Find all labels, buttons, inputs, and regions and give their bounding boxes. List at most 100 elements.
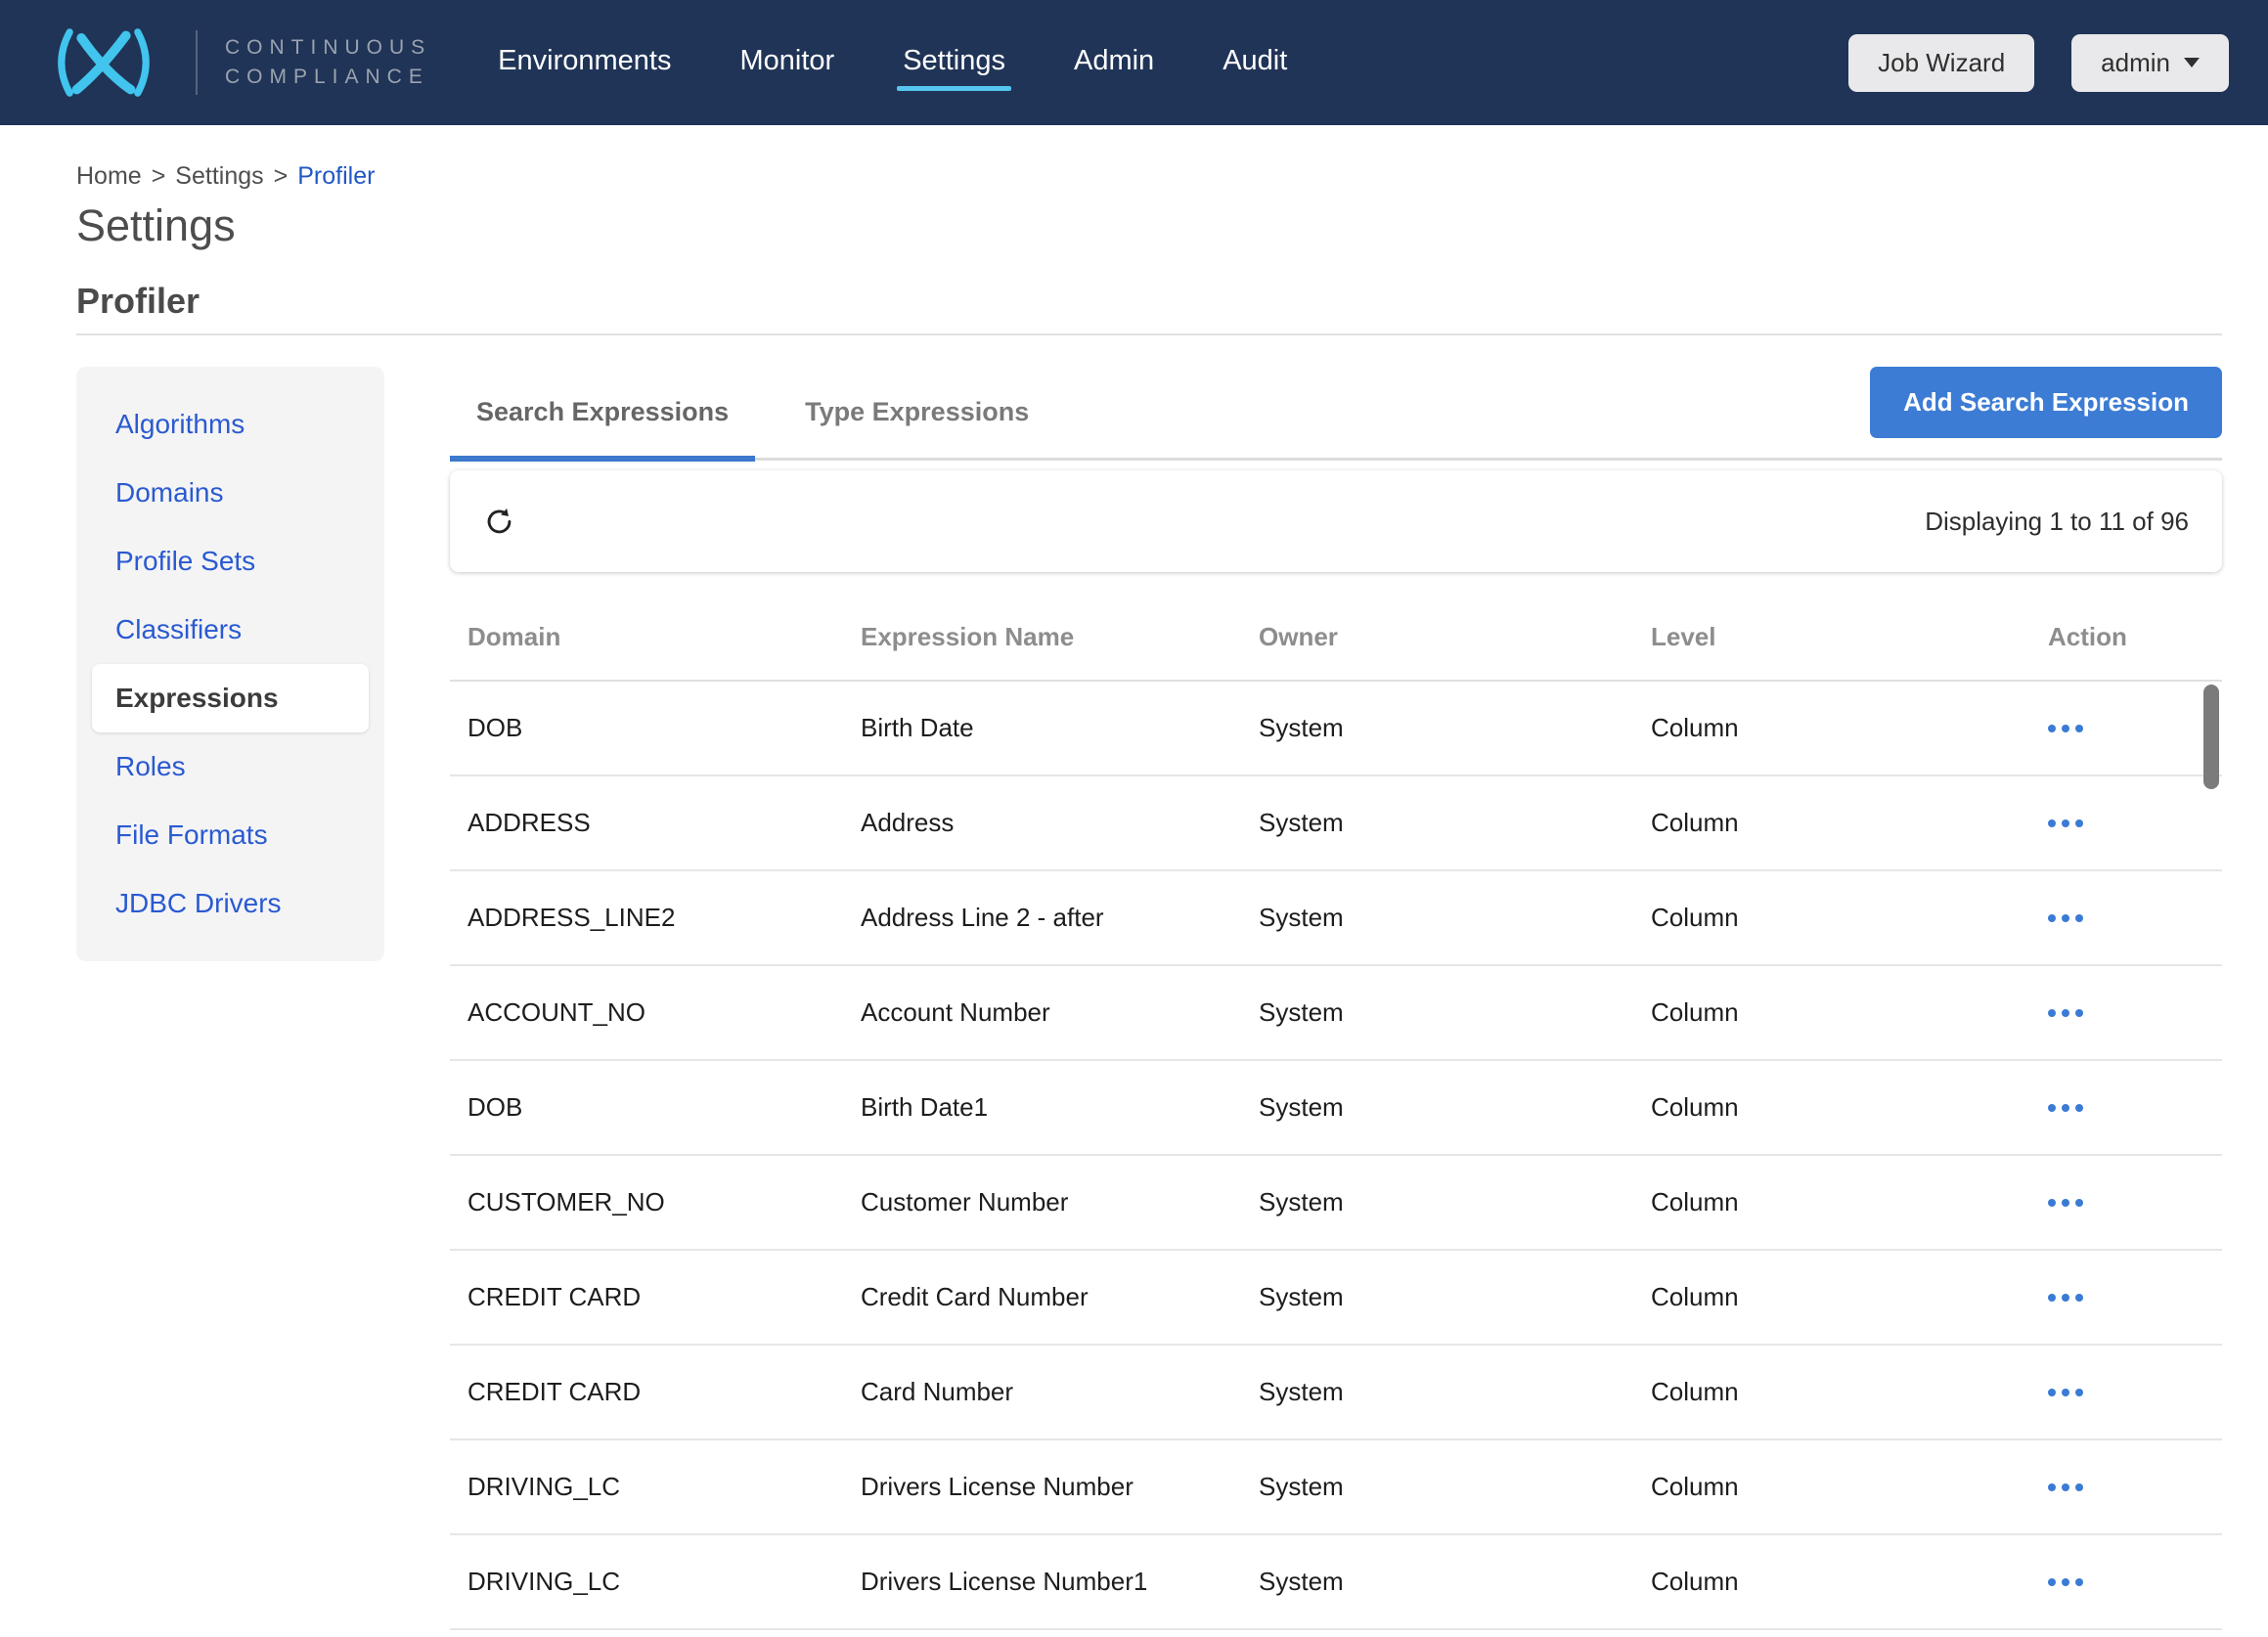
row-actions-menu-icon[interactable] <box>2048 1009 2087 1017</box>
table-body: DOB Birth Date System Column ADDRESS Add… <box>450 682 2222 1630</box>
cell-owner: System <box>1259 1472 1651 1502</box>
cell-level: Column <box>1651 713 2048 743</box>
nav-item-audit[interactable]: Audit <box>1221 35 1289 91</box>
table-scrollbar-thumb[interactable] <box>2203 685 2219 789</box>
cell-owner: System <box>1259 1187 1651 1217</box>
job-wizard-label: Job Wizard <box>1878 48 2005 78</box>
brand: CONTINUOUS COMPLIANCE <box>39 24 431 101</box>
chevron-down-icon <box>2184 58 2200 67</box>
breadcrumb-settings[interactable]: Settings <box>175 162 263 191</box>
tab-search-expressions[interactable]: Search Expressions <box>450 367 755 458</box>
nav-item-admin[interactable]: Admin <box>1072 35 1156 91</box>
cell-owner: System <box>1259 1092 1651 1123</box>
table-row: DOB Birth Date System Column <box>450 682 2222 776</box>
delphix-logo-icon <box>39 24 168 101</box>
column-header-expression-name: Expression Name <box>861 622 1259 652</box>
table-row: ADDRESS_LINE2 Address Line 2 - after Sys… <box>450 871 2222 966</box>
cell-owner: System <box>1259 1377 1651 1407</box>
cell-domain: DRIVING_LC <box>467 1472 861 1502</box>
tab-bar: Search Expressions Type Expressions Add … <box>450 367 2222 461</box>
sidebar-item-profile-sets[interactable]: Profile Sets <box>76 527 384 596</box>
row-actions-menu-icon[interactable] <box>2048 819 2087 827</box>
table-row: DOB Birth Date1 System Column <box>450 1061 2222 1156</box>
section-title: Profiler <box>76 281 2222 322</box>
cell-level: Column <box>1651 808 2048 838</box>
cell-expression-name: Drivers License Number1 <box>861 1567 1259 1597</box>
cell-owner: System <box>1259 1567 1651 1597</box>
cell-level: Column <box>1651 997 2048 1028</box>
primary-nav: Environments Monitor Settings Admin Audi… <box>496 35 1289 91</box>
expressions-table: Domain Expression Name Owner Level Actio… <box>450 594 2222 1630</box>
row-actions-menu-icon[interactable] <box>2048 914 2087 922</box>
table-toolbar: Displaying 1 to 11 of 96 <box>450 470 2222 572</box>
cell-expression-name: Account Number <box>861 997 1259 1028</box>
cell-expression-name: Address Line 2 - after <box>861 903 1259 933</box>
cell-level: Column <box>1651 1567 2048 1597</box>
column-header-domain: Domain <box>467 622 861 652</box>
cell-owner: System <box>1259 1282 1651 1312</box>
breadcrumb-separator: > <box>274 162 289 191</box>
cell-expression-name: Birth Date <box>861 713 1259 743</box>
sidebar-item-expressions[interactable]: Expressions <box>92 664 369 732</box>
row-actions-menu-icon[interactable] <box>2048 725 2087 732</box>
table-row: ACCOUNT_NO Account Number System Column <box>450 966 2222 1061</box>
row-actions-menu-icon[interactable] <box>2048 1104 2087 1112</box>
cell-level: Column <box>1651 1472 2048 1502</box>
breadcrumb-current-profiler[interactable]: Profiler <box>297 162 375 191</box>
cell-expression-name: Card Number <box>861 1377 1259 1407</box>
navbar-right: Job Wizard admin <box>1848 34 2229 92</box>
cell-domain: ACCOUNT_NO <box>467 997 861 1028</box>
page-title: Settings <box>76 200 2222 251</box>
sidebar-item-roles[interactable]: Roles <box>76 732 384 801</box>
cell-domain: CREDIT CARD <box>467 1377 861 1407</box>
table-row: DRIVING_LC Drivers License Number System… <box>450 1440 2222 1535</box>
sidebar-item-jdbc-drivers[interactable]: JDBC Drivers <box>76 869 384 938</box>
sidebar-item-algorithms[interactable]: Algorithms <box>76 390 384 459</box>
table-header-row: Domain Expression Name Owner Level Actio… <box>450 594 2222 682</box>
job-wizard-button[interactable]: Job Wizard <box>1848 34 2034 92</box>
cell-expression-name: Address <box>861 808 1259 838</box>
nav-item-environments[interactable]: Environments <box>496 35 673 91</box>
breadcrumb: Home > Settings > Profiler <box>76 162 2222 191</box>
cell-level: Column <box>1651 1377 2048 1407</box>
row-actions-menu-icon[interactable] <box>2048 1578 2087 1586</box>
row-actions-menu-icon[interactable] <box>2048 1294 2087 1302</box>
brand-divider <box>196 30 198 95</box>
sidebar-item-classifiers[interactable]: Classifiers <box>76 596 384 664</box>
cell-expression-name: Customer Number <box>861 1187 1259 1217</box>
cell-level: Column <box>1651 903 2048 933</box>
cell-domain: DRIVING_LC <box>467 1567 861 1597</box>
sidebar-item-file-formats[interactable]: File Formats <box>76 801 384 869</box>
cell-owner: System <box>1259 997 1651 1028</box>
cell-domain: CREDIT CARD <box>467 1282 861 1312</box>
user-menu-button[interactable]: admin <box>2071 34 2229 92</box>
cell-level: Column <box>1651 1282 2048 1312</box>
column-header-level: Level <box>1651 622 2048 652</box>
breadcrumb-home[interactable]: Home <box>76 162 142 191</box>
refresh-button[interactable] <box>483 506 515 538</box>
user-menu-label: admin <box>2101 48 2170 78</box>
row-actions-menu-icon[interactable] <box>2048 1483 2087 1491</box>
refresh-icon <box>483 506 515 538</box>
cell-domain: ADDRESS_LINE2 <box>467 903 861 933</box>
paging-status: Displaying 1 to 11 of 96 <box>1925 507 2189 537</box>
table-row: CREDIT CARD Credit Card Number System Co… <box>450 1251 2222 1346</box>
row-actions-menu-icon[interactable] <box>2048 1389 2087 1396</box>
top-navbar: CONTINUOUS COMPLIANCE Environments Monit… <box>0 0 2268 125</box>
nav-item-monitor[interactable]: Monitor <box>737 35 836 91</box>
table-row: DRIVING_LC Drivers License Number1 Syste… <box>450 1535 2222 1630</box>
main-content: Search Expressions Type Expressions Add … <box>450 367 2222 1630</box>
add-search-expression-button[interactable]: Add Search Expression <box>1870 367 2222 438</box>
sidebar-item-domains[interactable]: Domains <box>76 459 384 527</box>
breadcrumb-separator: > <box>152 162 166 191</box>
tab-type-expressions[interactable]: Type Expressions <box>778 367 1055 458</box>
cell-expression-name: Credit Card Number <box>861 1282 1259 1312</box>
cell-owner: System <box>1259 713 1651 743</box>
column-header-action: Action <box>2048 622 2222 652</box>
nav-item-settings[interactable]: Settings <box>901 35 1007 91</box>
table-row: CUSTOMER_NO Customer Number System Colum… <box>450 1156 2222 1251</box>
section-divider <box>76 333 2222 335</box>
cell-domain: DOB <box>467 713 861 743</box>
cell-owner: System <box>1259 808 1651 838</box>
row-actions-menu-icon[interactable] <box>2048 1199 2087 1207</box>
